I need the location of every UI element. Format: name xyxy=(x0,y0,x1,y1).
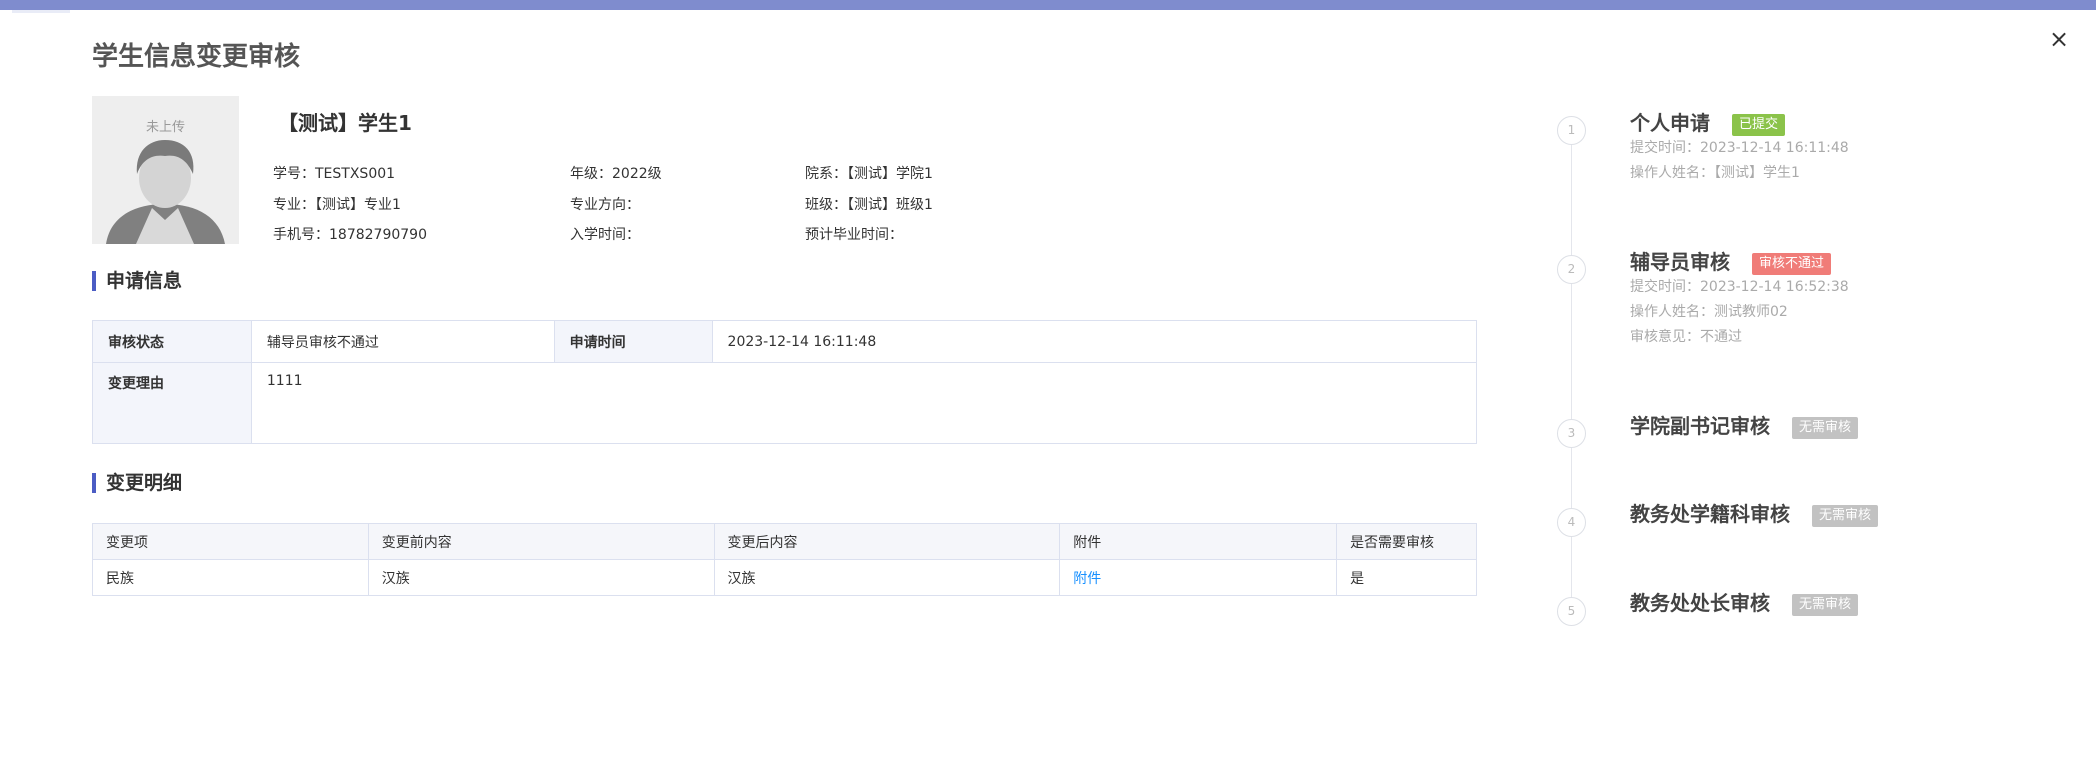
header-tab-indicator xyxy=(12,10,70,13)
step-number: 1 xyxy=(1557,116,1586,145)
timeline-line xyxy=(1571,116,1572,612)
needs-review: 是 xyxy=(1336,559,1477,596)
step-title: 学院副书记审核 xyxy=(1630,414,1770,438)
application-table: 审核状态 辅导员审核不通过 申请时间 2023-12-14 16:11:48 变… xyxy=(92,320,1478,444)
status-badge: 已提交 xyxy=(1732,114,1786,136)
step-meta: 提交时间：2023-12-14 16:11:48 xyxy=(1630,140,1849,156)
changes-table: 变更项 变更前内容 变更后内容 附件 是否需要审核 民族 汉族 汉族 附件 是 xyxy=(92,523,1477,596)
step-number: 5 xyxy=(1557,597,1586,626)
page-title: 学生信息变更审核 xyxy=(92,42,301,72)
column-header: 变更后内容 xyxy=(713,523,1061,560)
avatar: 未上传 xyxy=(92,96,239,244)
close-icon[interactable]: × xyxy=(2046,26,2072,52)
enroll-time: 入学时间： xyxy=(570,227,640,243)
after-content: 汉族 xyxy=(713,559,1061,596)
step-title: 教务处学籍科审核 xyxy=(1630,502,1790,526)
dialog-header-bar xyxy=(0,0,2096,10)
step-director-review: 教务处处长审核 无需审核 xyxy=(1630,587,1859,616)
status-value: 辅导员审核不通过 xyxy=(250,320,555,363)
step-title: 辅导员审核 xyxy=(1630,250,1730,274)
application-section-title: 申请信息 xyxy=(92,269,182,293)
step-title: 个人申请 xyxy=(1630,111,1710,135)
step-counselor-review: 辅导员审核 审核不通过 xyxy=(1630,246,1832,275)
major: 专业：【测试】专业1 xyxy=(273,197,401,213)
step-meta: 操作人姓名：【测试】学生1 xyxy=(1630,165,1800,181)
step-meta: 提交时间：2023-12-14 16:52:38 xyxy=(1630,279,1849,295)
phone: 手机号：18782790790 xyxy=(273,227,427,243)
status-badge: 无需审核 xyxy=(1792,594,1859,616)
graduation-time: 预计毕业时间： xyxy=(805,227,903,243)
status-label: 审核状态 xyxy=(92,320,252,363)
status-badge: 无需审核 xyxy=(1792,417,1859,439)
step-meta: 审核意见：不通过 xyxy=(1630,329,1742,345)
step-number: 4 xyxy=(1557,508,1586,537)
user-silhouette-icon xyxy=(106,140,225,244)
student-name: 【测试】学生1 xyxy=(278,111,412,135)
step-number: 3 xyxy=(1557,419,1586,448)
step-deputy-secretary-review: 学院副书记审核 无需审核 xyxy=(1630,410,1859,439)
step-personal-application: 个人申请 已提交 xyxy=(1630,107,1786,136)
column-header: 是否需要审核 xyxy=(1336,523,1477,560)
step-registry-review: 教务处学籍科审核 无需审核 xyxy=(1630,498,1879,527)
department: 院系：【测试】学院1 xyxy=(805,166,933,182)
change-item: 民族 xyxy=(92,559,369,596)
status-badge: 无需审核 xyxy=(1812,505,1879,527)
major-direction: 专业方向： xyxy=(570,197,640,213)
changes-section-title: 变更明细 xyxy=(92,471,182,495)
step-number: 2 xyxy=(1557,255,1586,284)
attachment-link[interactable]: 附件 xyxy=(1073,571,1101,587)
before-content: 汉族 xyxy=(367,559,715,596)
time-value: 2023-12-14 16:11:48 xyxy=(711,320,1478,363)
table-header-row: 变更项 变更前内容 变更后内容 附件 是否需要审核 xyxy=(92,523,1477,560)
grade: 年级：2022级 xyxy=(570,166,662,182)
table-row: 民族 汉族 汉族 附件 是 xyxy=(92,559,1477,596)
column-header: 附件 xyxy=(1059,523,1338,560)
column-header: 变更项 xyxy=(92,523,369,560)
step-meta: 操作人姓名：测试教师02 xyxy=(1630,304,1788,320)
status-badge: 审核不通过 xyxy=(1752,253,1832,275)
time-label: 申请时间 xyxy=(553,320,713,363)
step-title: 教务处处长审核 xyxy=(1630,591,1770,615)
column-header: 变更前内容 xyxy=(367,523,715,560)
reason-label: 变更理由 xyxy=(92,362,252,444)
reason-value: 1111 xyxy=(250,362,1478,444)
class: 班级：【测试】班级1 xyxy=(805,197,933,213)
student-id: 学号：TESTXS001 xyxy=(273,166,396,182)
